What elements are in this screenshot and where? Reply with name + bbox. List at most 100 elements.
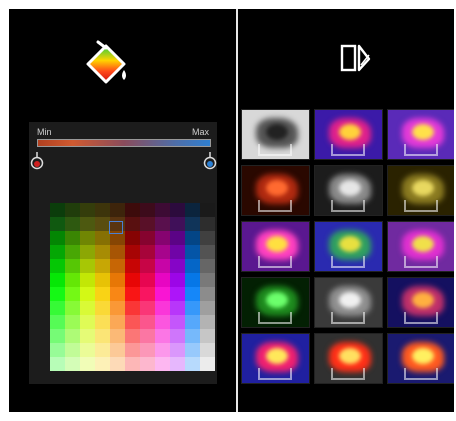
color-swatch[interactable] [65, 245, 80, 259]
color-swatch[interactable] [185, 217, 200, 231]
paint-bucket-icon[interactable] [84, 36, 130, 86]
color-swatch[interactable] [110, 259, 125, 273]
color-swatch[interactable] [185, 357, 200, 371]
color-swatch[interactable] [80, 203, 95, 217]
color-swatch[interactable] [155, 343, 170, 357]
color-swatch[interactable] [50, 245, 65, 259]
color-swatch[interactable] [80, 245, 95, 259]
color-swatch[interactable] [155, 301, 170, 315]
color-swatch[interactable] [50, 315, 65, 329]
color-swatch[interactable] [125, 287, 140, 301]
palette-thumbnail-rainbow[interactable] [387, 109, 454, 160]
color-swatch[interactable] [95, 343, 110, 357]
color-swatch[interactable] [140, 357, 155, 371]
color-swatch[interactable] [125, 301, 140, 315]
color-swatch[interactable] [65, 343, 80, 357]
color-swatch[interactable] [170, 357, 185, 371]
color-swatch[interactable] [95, 301, 110, 315]
color-swatch[interactable] [95, 287, 110, 301]
palette-thumbnail-medical[interactable] [387, 221, 454, 272]
color-swatch[interactable] [65, 301, 80, 315]
palette-thumbnail-grey-contrast[interactable] [314, 277, 383, 328]
color-swatch[interactable] [140, 287, 155, 301]
color-swatch[interactable] [155, 287, 170, 301]
color-swatch[interactable] [65, 203, 80, 217]
color-swatch[interactable] [50, 329, 65, 343]
color-swatch[interactable] [65, 259, 80, 273]
color-swatch[interactable] [95, 203, 110, 217]
color-swatch[interactable] [80, 343, 95, 357]
color-swatch[interactable] [65, 329, 80, 343]
color-swatch[interactable] [125, 231, 140, 245]
color-swatch[interactable] [125, 357, 140, 371]
color-swatch[interactable] [110, 329, 125, 343]
color-swatch[interactable] [170, 315, 185, 329]
color-swatch[interactable] [200, 301, 215, 315]
color-swatch[interactable] [200, 315, 215, 329]
color-swatch[interactable] [185, 231, 200, 245]
color-swatch[interactable] [50, 259, 65, 273]
color-swatch[interactable] [155, 273, 170, 287]
palette-thumbnail-sepia[interactable] [387, 165, 454, 216]
color-swatch[interactable] [110, 343, 125, 357]
color-swatch[interactable] [140, 343, 155, 357]
color-swatch[interactable] [110, 273, 125, 287]
color-swatch[interactable] [185, 315, 200, 329]
color-swatch[interactable] [170, 301, 185, 315]
color-swatch[interactable] [200, 217, 215, 231]
color-swatch[interactable] [140, 231, 155, 245]
color-swatch[interactable] [125, 343, 140, 357]
color-swatch[interactable] [80, 217, 95, 231]
color-swatch[interactable] [200, 245, 215, 259]
color-swatch[interactable] [110, 301, 125, 315]
palette-thumbnail-sunset[interactable] [387, 333, 454, 384]
color-swatch[interactable] [80, 357, 95, 371]
color-swatch[interactable] [185, 343, 200, 357]
color-swatch[interactable] [155, 259, 170, 273]
color-swatch-grid[interactable] [50, 203, 215, 371]
color-swatch[interactable] [95, 245, 110, 259]
color-swatch[interactable] [125, 315, 140, 329]
color-swatch[interactable] [125, 259, 140, 273]
color-swatch[interactable] [110, 315, 125, 329]
color-swatch[interactable] [80, 231, 95, 245]
color-swatch[interactable] [185, 245, 200, 259]
color-swatch[interactable] [65, 287, 80, 301]
color-swatch[interactable] [170, 329, 185, 343]
range-min-handle[interactable] [30, 152, 44, 170]
temperature-range-bar[interactable] [37, 139, 211, 147]
color-swatch[interactable] [50, 357, 65, 371]
color-swatch[interactable] [80, 259, 95, 273]
color-swatch[interactable] [95, 357, 110, 371]
color-swatch[interactable] [50, 343, 65, 357]
color-swatch[interactable] [125, 203, 140, 217]
color-swatch[interactable] [65, 315, 80, 329]
color-swatch[interactable] [170, 231, 185, 245]
color-swatch[interactable] [110, 245, 125, 259]
color-swatch[interactable] [80, 315, 95, 329]
color-swatch[interactable] [155, 203, 170, 217]
color-swatch[interactable] [170, 273, 185, 287]
color-swatch[interactable] [140, 259, 155, 273]
palette-thumbnail-arctic[interactable] [314, 221, 383, 272]
color-swatch[interactable] [200, 357, 215, 371]
color-swatch[interactable] [185, 259, 200, 273]
palette-thumbnail-fusion[interactable] [314, 333, 383, 384]
color-swatch[interactable] [65, 273, 80, 287]
palette-thumbnail-hot-iron[interactable] [241, 333, 310, 384]
color-swatch[interactable] [50, 231, 65, 245]
color-swatch[interactable] [95, 329, 110, 343]
color-swatch[interactable] [170, 203, 185, 217]
color-swatch[interactable] [185, 273, 200, 287]
color-swatch[interactable] [80, 273, 95, 287]
color-swatch[interactable] [80, 287, 95, 301]
color-swatch[interactable] [200, 259, 215, 273]
color-swatch[interactable] [80, 329, 95, 343]
color-swatch[interactable] [170, 287, 185, 301]
range-max-handle[interactable] [203, 152, 217, 170]
color-swatch[interactable] [65, 357, 80, 371]
color-swatch[interactable] [95, 315, 110, 329]
color-swatch[interactable] [95, 259, 110, 273]
color-swatch[interactable] [200, 287, 215, 301]
color-swatch[interactable] [110, 287, 125, 301]
